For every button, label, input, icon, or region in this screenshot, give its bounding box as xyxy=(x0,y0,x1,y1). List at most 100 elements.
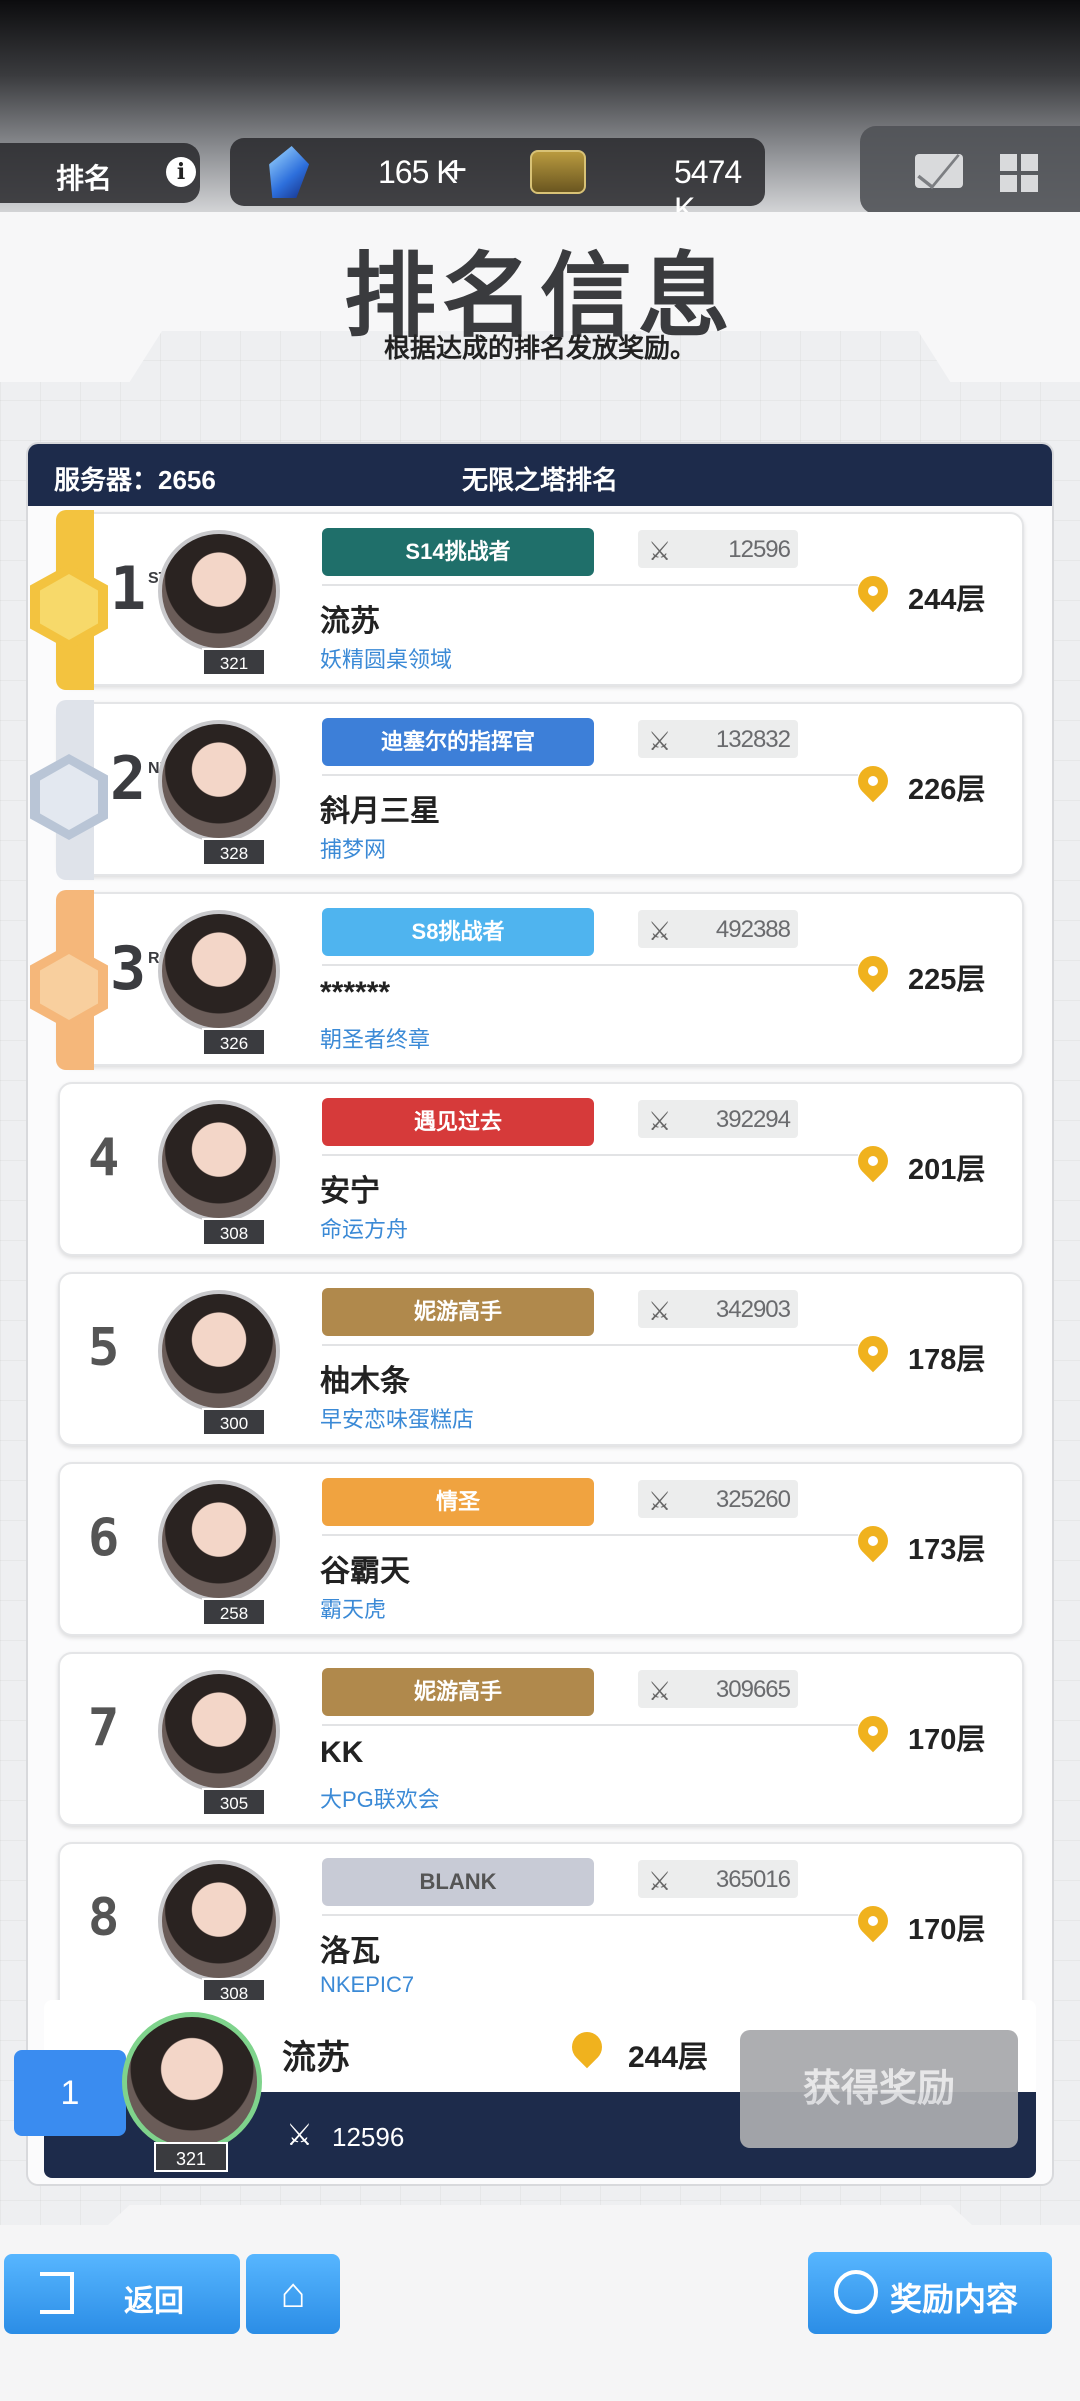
player-avatar[interactable] xyxy=(158,1670,280,1792)
row-divider xyxy=(322,1154,858,1156)
player-guild[interactable]: NKEPIC7 xyxy=(320,1972,414,1998)
power-box: ⚔ 12596 xyxy=(638,530,798,568)
rank-number: 7 xyxy=(88,1698,120,1758)
crossed-swords-icon: ⚔ xyxy=(286,2119,313,2152)
player-guild[interactable]: 命运方舟 xyxy=(320,1212,408,1244)
title-badge: 迪塞尔的指挥官 xyxy=(322,718,594,766)
rank-number: 5 xyxy=(88,1318,120,1378)
power-box: ⚔ 342903 xyxy=(638,1290,798,1328)
section-label: 排名 xyxy=(56,163,113,194)
power-box: ⚔ 132832 xyxy=(638,720,798,758)
ranking-title: 无限之塔排名 xyxy=(461,465,618,495)
player-floor: 201层 xyxy=(908,1154,986,1186)
player-level: 258 xyxy=(202,1598,266,1626)
self-rank-number: 1 xyxy=(14,2050,126,2136)
crossed-swords-icon: ⚔ xyxy=(648,726,672,756)
player-floor: 225层 xyxy=(908,964,986,996)
rank-row[interactable]: 7 305 妮游高手 ⚔ 309665 KK 大PG联欢会 170层 xyxy=(58,1652,1024,1826)
title-badge: 情圣 xyxy=(322,1478,594,1526)
exit-door-icon xyxy=(40,2272,74,2314)
info-icon[interactable]: i xyxy=(166,157,196,187)
claim-reward-button[interactable]: 获得奖励 xyxy=(740,2030,1018,2148)
player-floor: 244层 xyxy=(908,584,986,616)
self-level: 321 xyxy=(154,2142,228,2172)
player-level: 328 xyxy=(202,838,266,866)
rank-row[interactable]: 2ND328迪塞尔的指挥官⚔132832斜月三星捕梦网226层 xyxy=(30,700,1024,880)
player-name: 斜月三星 xyxy=(320,795,440,828)
reward-content-label: 奖励内容 xyxy=(890,2281,1019,2317)
power-box: ⚔ 392294 xyxy=(638,1100,798,1138)
back-button[interactable]: 返回 xyxy=(4,2254,240,2334)
player-power: 325260 xyxy=(715,1486,791,1513)
rank-row[interactable]: 4 308 遇见过去 ⚔ 392294 安宁 命运方舟 201层 xyxy=(58,1082,1024,1256)
location-pin-icon xyxy=(851,759,895,803)
player-power: 132832 xyxy=(715,726,791,753)
home-icon: ⌂ xyxy=(280,2269,306,2316)
player-floor: 178层 xyxy=(908,1344,986,1376)
player-floor: 226层 xyxy=(908,774,986,806)
player-floor: 170层 xyxy=(908,1724,986,1756)
player-guild[interactable]: 捕梦网 xyxy=(320,832,386,864)
rank-number: 4 xyxy=(88,1128,120,1188)
player-level: 300 xyxy=(202,1408,266,1436)
row-divider xyxy=(322,774,858,776)
player-name: 洛瓦 xyxy=(320,1935,380,1968)
power-box: ⚔ 309665 xyxy=(638,1670,798,1708)
player-level: 321 xyxy=(202,648,266,676)
player-floor: 173层 xyxy=(908,1534,986,1566)
rank-row[interactable]: 3RD326S8挑战者⚔492388******朝圣者终章225层 xyxy=(30,890,1024,1070)
rank-row[interactable]: 6 258 情圣 ⚔ 325260 谷霸天 霸天虎 173层 xyxy=(58,1462,1024,1636)
rank-row[interactable]: 8 308 BLANK ⚔ 365016 洛瓦 NKEPIC7 170层 xyxy=(58,1842,1024,2016)
row-divider xyxy=(322,1344,858,1346)
location-pin-icon xyxy=(851,1519,895,1563)
title-badge: S14挑战者 xyxy=(322,528,594,576)
crossed-swords-icon: ⚔ xyxy=(648,1866,672,1896)
player-guild[interactable]: 大PG联欢会 xyxy=(320,1782,440,1814)
player-guild[interactable]: 朝圣者终章 xyxy=(320,1022,430,1054)
back-label: 返回 xyxy=(124,2285,184,2318)
player-name: 流苏 xyxy=(320,605,380,638)
home-button[interactable]: ⌂ xyxy=(246,2254,340,2334)
add-crystal-button[interactable]: + xyxy=(444,148,467,193)
player-name: KK xyxy=(320,1736,364,1769)
location-pin-icon xyxy=(851,1139,895,1183)
mail-icon[interactable] xyxy=(915,154,963,188)
player-guild[interactable]: 霸天虎 xyxy=(320,1592,386,1624)
title-badge: 妮游高手 xyxy=(322,1668,594,1716)
player-name: 安宁 xyxy=(320,1175,380,1208)
rank-number: 2 xyxy=(110,744,147,814)
player-guild[interactable]: 妖精圆桌领域 xyxy=(320,642,452,674)
location-pin-icon xyxy=(851,1709,895,1753)
rank-number: 8 xyxy=(88,1888,120,1948)
player-avatar[interactable] xyxy=(158,1100,280,1222)
player-level: 326 xyxy=(202,1028,266,1056)
location-pin-icon xyxy=(851,569,895,613)
title-badge: 妮游高手 xyxy=(322,1288,594,1336)
rank-row[interactable]: 1ST321S14挑战者⚔12596流苏妖精圆桌领域244层 xyxy=(30,510,1024,690)
player-avatar[interactable] xyxy=(158,1860,280,1982)
crossed-swords-icon: ⚔ xyxy=(648,916,672,946)
location-pin-icon xyxy=(851,1899,895,1943)
player-avatar[interactable] xyxy=(158,530,280,652)
top-menu-pill xyxy=(860,126,1080,214)
player-name: ****** xyxy=(320,976,391,1009)
reward-content-button[interactable]: 奖励内容 xyxy=(808,2252,1052,2334)
power-box: ⚔ 325260 xyxy=(638,1480,798,1518)
rank-row[interactable]: 5 300 妮游高手 ⚔ 342903 柚木条 早安恋味蛋糕店 178层 xyxy=(58,1272,1024,1446)
player-power: 342903 xyxy=(715,1296,791,1323)
self-avatar[interactable] xyxy=(122,2012,262,2152)
location-pin-icon xyxy=(851,1329,895,1373)
chip-icon xyxy=(530,150,586,194)
player-avatar[interactable] xyxy=(158,910,280,1032)
player-avatar[interactable] xyxy=(158,1480,280,1602)
grid-menu-icon[interactable] xyxy=(1000,154,1038,192)
self-floor: 244层 xyxy=(628,2041,709,2074)
power-box: ⚔ 365016 xyxy=(638,1860,798,1898)
player-avatar[interactable] xyxy=(158,1290,280,1412)
player-power: 492388 xyxy=(715,916,791,943)
title-badge: BLANK xyxy=(322,1858,594,1906)
rank-number: 1 xyxy=(110,554,147,624)
crossed-swords-icon: ⚔ xyxy=(648,1106,672,1136)
player-avatar[interactable] xyxy=(158,720,280,842)
player-guild[interactable]: 早安恋味蛋糕店 xyxy=(320,1402,474,1434)
